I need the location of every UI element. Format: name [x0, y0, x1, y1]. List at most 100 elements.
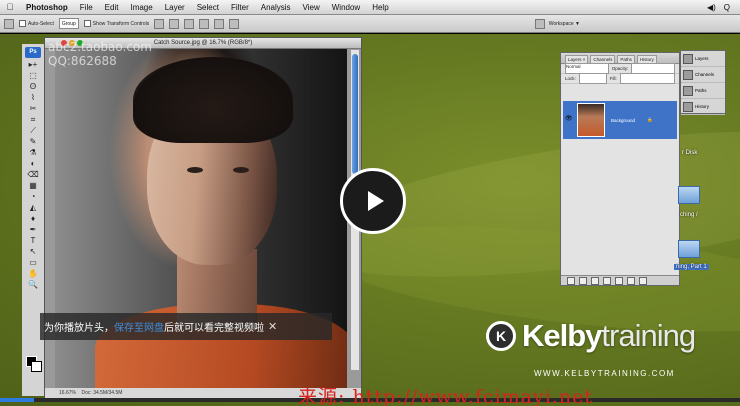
layer-row-background[interactable]: 👁 Background 🔒: [563, 101, 677, 139]
bridge-icon[interactable]: [534, 18, 545, 29]
photo-hair: [133, 57, 293, 143]
volume-icon[interactable]: ◀): [707, 3, 716, 12]
layer-style-icon[interactable]: [579, 276, 587, 285]
menu-edit[interactable]: Edit: [99, 3, 125, 12]
trash-icon[interactable]: [639, 276, 647, 285]
dock-label: Channels: [695, 72, 715, 77]
source-watermark: 来源: http://www.fcimayi.net: [298, 386, 593, 406]
layers-panel-footer: [561, 275, 679, 285]
menu-image[interactable]: Image: [124, 3, 158, 12]
zoom-tool-icon[interactable]: 🔍: [25, 280, 41, 290]
new-layer-icon[interactable]: [627, 276, 635, 285]
tab-layers[interactable]: Layers ×: [565, 55, 589, 63]
play-icon: [367, 191, 384, 211]
folder-icon[interactable]: [678, 186, 700, 204]
gradient-tool-icon[interactable]: ▦: [25, 181, 41, 191]
progress-fill: [0, 398, 35, 402]
close-icon[interactable]: ✕: [268, 320, 277, 333]
new-group-icon[interactable]: [615, 276, 623, 285]
photo-eye: [187, 167, 203, 173]
tab-history[interactable]: History: [636, 55, 657, 63]
scrollbar-thumb[interactable]: [352, 54, 358, 174]
history-brush-icon[interactable]: ◐: [25, 159, 41, 169]
layer-thumbnail: [577, 103, 605, 137]
menu-analysis[interactable]: Analysis: [255, 3, 297, 12]
eraser-tool-icon[interactable]: ⌫: [25, 170, 41, 180]
adjustment-layer-icon[interactable]: [603, 276, 611, 285]
apple-icon[interactable]: : [0, 2, 20, 12]
menu-window[interactable]: Window: [326, 3, 366, 12]
align-icon[interactable]: [184, 18, 195, 29]
toolbox: Ps ▸+ ⬚ ʘ ⌇ ✂ ⌗ ⟋ ✎ ⚗ ◐ ⌫ ▦ ◔ ◭ ♦ ✒ T ↖ …: [22, 44, 45, 396]
blur-tool-icon[interactable]: ◔: [25, 192, 41, 202]
path-select-icon[interactable]: ↖: [25, 247, 41, 257]
lock-icon: 🔒: [647, 117, 653, 122]
save-to-cloud-tip: 为你播放片头， 保存至网盘 后就可以看完整视频啦 ✕: [40, 313, 332, 340]
workspace-switcher[interactable]: Workspace ▼: [534, 18, 580, 29]
align-icon[interactable]: [169, 18, 180, 29]
desktop-label-selected[interactable]: ning, Part 1: [674, 264, 709, 270]
pen-tool-icon[interactable]: ✒: [25, 225, 41, 235]
background-color-swatch[interactable]: [31, 361, 42, 372]
brush-tool-icon[interactable]: ✎: [25, 137, 41, 147]
menu-help[interactable]: Help: [366, 3, 394, 12]
move-tool-icon[interactable]: ▸+: [25, 60, 41, 70]
distribute-icon[interactable]: [199, 18, 210, 29]
auto-select-checkbox[interactable]: Auto-Select: [19, 20, 54, 27]
pen-anchor-icon[interactable]: ♦: [25, 214, 41, 224]
lasso-tool-icon[interactable]: ʘ: [25, 82, 41, 92]
save-to-cloud-link[interactable]: 保存至网盘: [114, 319, 164, 334]
lock-icons[interactable]: [578, 73, 607, 84]
tab-channels[interactable]: Channels: [590, 55, 616, 63]
workspace-label[interactable]: Workspace ▼: [549, 21, 580, 27]
desktop-label[interactable]: r Disk: [682, 150, 697, 156]
transform-checkbox[interactable]: Show Transform Controls: [83, 20, 149, 27]
watermark-line-1: abc2.taobao.com: [48, 40, 152, 54]
auto-select-dropdown[interactable]: Group: [58, 18, 79, 29]
link-layers-icon[interactable]: [567, 276, 575, 285]
menu-photoshop[interactable]: Photoshop: [20, 3, 74, 12]
menu-layer[interactable]: Layer: [159, 3, 191, 12]
menu-view[interactable]: View: [297, 3, 326, 12]
watermark-line-2: QQ:862688: [48, 54, 117, 68]
quick-select-tool-icon[interactable]: ⌇: [25, 93, 41, 103]
document-window: Catch Source.jpg @ 16.7% (RGB/8*) 16.67%…: [44, 37, 362, 399]
fill-field[interactable]: [619, 73, 675, 84]
menu-filter[interactable]: Filter: [225, 3, 255, 12]
dock-item-history[interactable]: History: [681, 99, 725, 115]
distribute-icon[interactable]: [214, 18, 225, 29]
move-tool-icon[interactable]: [4, 18, 14, 29]
align-icon[interactable]: [154, 18, 165, 29]
dock-item-channels[interactable]: Channels: [681, 67, 725, 83]
options-bar: Auto-Select Group Show Transform Control…: [0, 15, 740, 33]
type-tool-icon[interactable]: T: [25, 236, 41, 246]
menu-select[interactable]: Select: [191, 3, 225, 12]
crop-tool-icon[interactable]: ✂: [25, 104, 41, 114]
paths-icon: [683, 85, 693, 96]
desktop-label[interactable]: ching /: [680, 212, 698, 218]
distribute-icon[interactable]: [229, 18, 240, 29]
shape-tool-icon[interactable]: ▭: [25, 258, 41, 268]
dodge-tool-icon[interactable]: ◭: [25, 203, 41, 213]
dock-label: History: [695, 104, 710, 109]
dock-label: Paths: [695, 88, 707, 93]
hand-tool-icon[interactable]: ✋: [25, 269, 41, 279]
zoom-level[interactable]: 16.67%: [59, 390, 76, 396]
dock-item-layers[interactable]: Layers: [681, 51, 725, 67]
marquee-tool-icon[interactable]: ⬚: [25, 71, 41, 81]
menu-file[interactable]: File: [74, 3, 99, 12]
visibility-eye-icon[interactable]: 👁: [565, 115, 573, 122]
tip-text-after: 后就可以看完整视频啦: [164, 323, 264, 334]
tab-paths[interactable]: Paths: [617, 55, 635, 63]
slice-tool-icon[interactable]: ⌗: [25, 115, 41, 125]
stamp-tool-icon[interactable]: ⚗: [25, 148, 41, 158]
history-icon: [683, 101, 693, 112]
dock-item-paths[interactable]: Paths: [681, 83, 725, 99]
layer-mask-icon[interactable]: [591, 276, 599, 285]
training-word: training: [601, 318, 696, 353]
folder-icon[interactable]: [678, 240, 700, 258]
healing-tool-icon[interactable]: ⟋: [25, 126, 41, 136]
menubar-status: ◀) Q: [707, 3, 740, 12]
spotlight-icon[interactable]: Q: [724, 3, 730, 12]
play-button[interactable]: [340, 168, 406, 234]
